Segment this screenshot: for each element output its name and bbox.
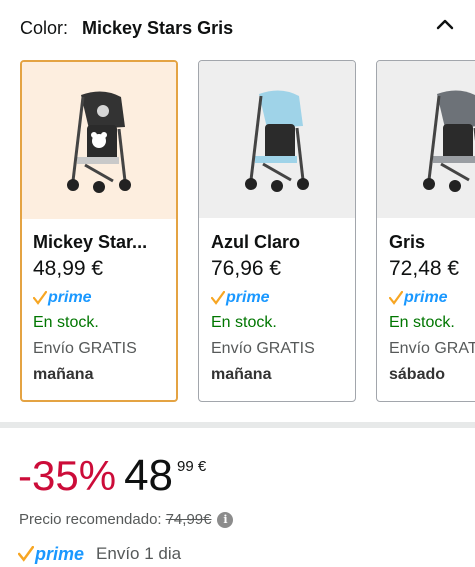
chevron-up-icon: [436, 19, 454, 30]
variant-name: Gris: [389, 232, 426, 252]
prime-label: prime: [404, 289, 448, 306]
rrp-value: 74,99€: [165, 511, 212, 528]
shipping-info: Envío GRATIS: [211, 340, 315, 357]
prime-check-icon: [18, 546, 34, 562]
stock-status: En stock.: [389, 314, 455, 331]
prime-check-icon: [389, 291, 403, 305]
shipping-info: Envío GRATIS: [33, 340, 137, 357]
prime-label: prime: [48, 289, 92, 306]
price-whole: 48: [124, 451, 174, 500]
shipping-info: Envío GRATIS: [389, 340, 475, 357]
variant-price: 48,99 €: [33, 257, 104, 280]
prime-label: prime: [226, 289, 270, 306]
color-label: Color:: [20, 17, 69, 38]
variant-image: [22, 62, 176, 219]
discount-percent: -35%: [18, 452, 117, 499]
stroller-image: [423, 90, 475, 192]
variant-carousel[interactable]: Mickey Star... 48,99 € prime En stock. E…: [20, 60, 475, 403]
delivery-day: mañana: [211, 366, 272, 383]
variant-card-mickey-stars[interactable]: Mickey Star... 48,99 € prime En stock. E…: [20, 60, 178, 402]
variant-name: Mickey Star...: [33, 232, 148, 252]
variant-image: [199, 61, 355, 218]
delivery-text: Envío 1 dia: [96, 544, 182, 563]
rrp-label: Precio recomendado:: [19, 511, 162, 528]
delivery-day: sábado: [389, 366, 446, 383]
prime-check-icon: [211, 291, 225, 305]
variant-price: 72,48 €: [389, 257, 460, 280]
section-divider: [0, 422, 475, 428]
variant-image: [377, 61, 475, 218]
variant-card-azul-claro[interactable]: Azul Claro 76,96 € prime En stock. Envío…: [198, 60, 356, 402]
collapse-button[interactable]: [431, 12, 459, 36]
variant-price: 76,96 €: [211, 257, 282, 280]
prime-badge: prime: [389, 286, 475, 310]
delivery-day: mañana: [33, 366, 94, 383]
price-fraction: 99 €: [177, 458, 207, 475]
color-selector-header: Color: Mickey Stars Gris: [20, 14, 233, 42]
info-icon[interactable]: i: [217, 511, 234, 528]
stock-status: En stock.: [211, 314, 277, 331]
prime-check-icon: [33, 291, 47, 305]
recommended-price: Precio recomendado: 74,99€ i: [19, 511, 234, 528]
stroller-image: [67, 90, 131, 193]
selected-color-value: Mickey Stars Gris: [82, 17, 234, 38]
delivery-row: prime Envío 1 dia: [18, 542, 181, 566]
stock-status: En stock.: [33, 314, 99, 331]
variant-card-gris[interactable]: Gris 72,48 € prime En stock. Envío GRATI…: [376, 60, 475, 402]
prime-badge: prime: [33, 286, 176, 310]
prime-badge: prime: [211, 286, 355, 310]
stroller-image: [245, 89, 309, 192]
prime-label: prime: [35, 543, 85, 564]
price-block: -35% 48 99 €: [18, 452, 206, 504]
variant-name: Azul Claro: [211, 232, 301, 252]
